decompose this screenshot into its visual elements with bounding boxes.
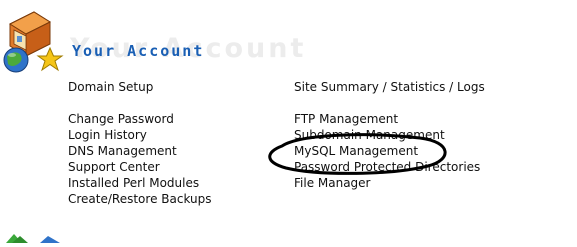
- page-title: Your Account: [72, 42, 205, 60]
- domain-setup-link[interactable]: Domain Setup: [68, 79, 153, 95]
- site-summary-statistics-logs-link[interactable]: Site Summary / Statistics / Logs: [294, 79, 485, 95]
- subdomain-management-link[interactable]: Subdomain Management: [294, 127, 445, 143]
- installed-perl-modules-link[interactable]: Installed Perl Modules: [68, 175, 199, 191]
- dns-management-link[interactable]: DNS Management: [68, 143, 177, 159]
- change-password-link[interactable]: Change Password: [68, 111, 174, 127]
- support-center-link[interactable]: Support Center: [68, 159, 160, 175]
- login-history-link[interactable]: Login History: [68, 127, 147, 143]
- file-manager-link[interactable]: File Manager: [294, 175, 371, 191]
- page-header: Your Account Your Account: [70, 33, 370, 73]
- ftp-management-link[interactable]: FTP Management: [294, 111, 398, 127]
- password-protected-directories-link[interactable]: Password Protected Directories: [294, 159, 480, 175]
- arrow-icons: [0, 228, 70, 243]
- create-restore-backups-link[interactable]: Create/Restore Backups: [68, 191, 212, 207]
- house-globe-star-icon: [0, 10, 70, 78]
- mysql-management-link[interactable]: MySQL Management: [294, 143, 418, 159]
